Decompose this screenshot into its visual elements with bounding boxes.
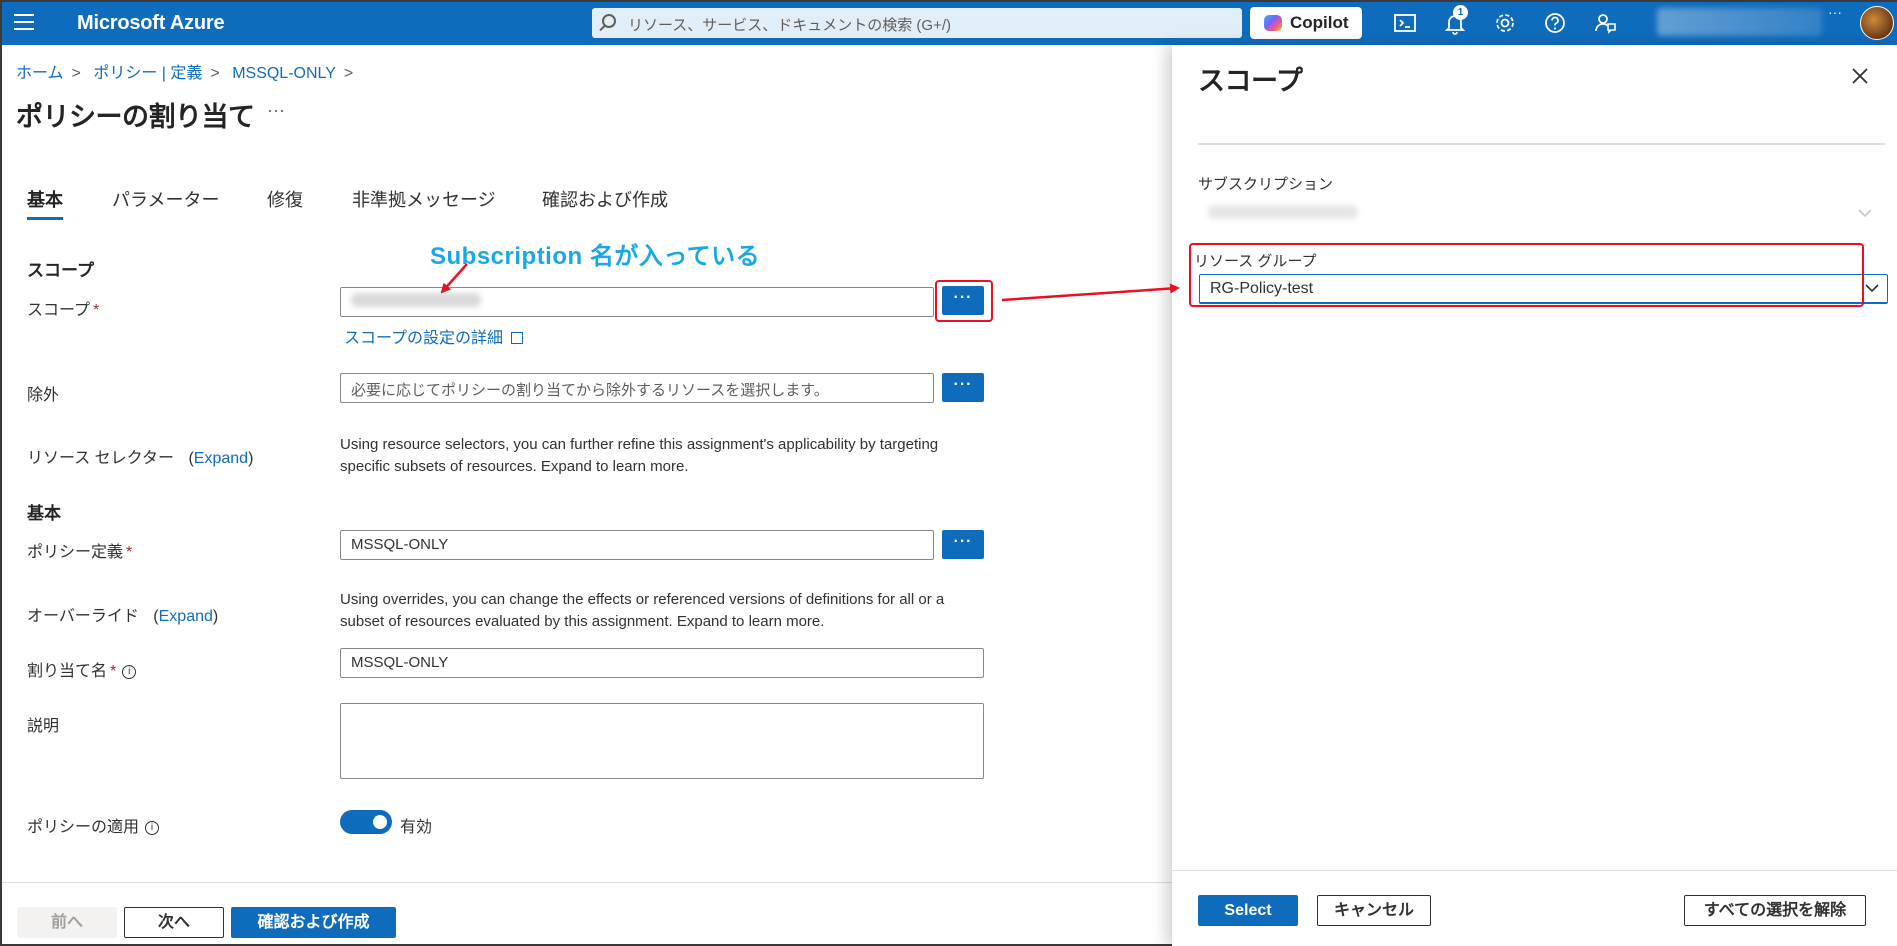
scope-section-heading: スコープ (27, 261, 94, 280)
page-title: ポリシーの割り当て (16, 102, 255, 132)
subscription-label: サブスクリプション (1198, 176, 1334, 193)
tab-remediation[interactable]: 修復 (267, 186, 303, 212)
required-mark: * (126, 544, 133, 561)
external-link-icon (511, 332, 524, 344)
chevron-down-icon (1865, 284, 1879, 293)
annotation-arrow-to-panel (1001, 283, 1180, 302)
breadcrumb: ホーム > ポリシー | 定義 > MSSQL-ONLY > (16, 59, 361, 83)
next-button[interactable]: 次へ (124, 907, 224, 938)
policy-definition-browse-button[interactable]: ··· (942, 530, 984, 559)
search-placeholder: リソース、サービス、ドキュメントの検索 (G+/) (628, 17, 952, 34)
scope-value-blurred (351, 293, 481, 307)
previous-button[interactable]: 前へ (17, 907, 117, 938)
copilot-button[interactable]: Copilot (1250, 7, 1362, 39)
scope-details-link[interactable]: スコープの設定の詳細 (344, 324, 524, 348)
more-actions-icon[interactable]: ··· (267, 100, 285, 121)
basics-section-heading: 基本 (27, 504, 61, 523)
tab-review-create[interactable]: 確認および作成 (542, 186, 668, 212)
chevron-down-icon (1858, 209, 1872, 218)
toggle-knob (373, 815, 387, 829)
annotation-highlight-resource-group (1189, 243, 1864, 307)
copilot-label: Copilot (1290, 13, 1349, 32)
chevron-right-icon: > (71, 65, 81, 82)
resource-selectors-text: リソース セレクター (27, 450, 175, 467)
policy-definition-label: ポリシー定義 * (27, 538, 132, 562)
search-icon (602, 14, 616, 28)
exclusions-browse-button[interactable]: ··· (942, 373, 984, 402)
scope-panel: スコープ サブスクリプション リソース グループ RG-Policy-test … (1172, 45, 1897, 946)
scope-label-text: スコープ (27, 302, 91, 319)
overrides-description: Using overrides, you can change the effe… (340, 591, 945, 630)
overrides-expand-link[interactable]: Expand (159, 608, 213, 625)
enforcement-toggle[interactable] (340, 810, 392, 834)
footer-divider (2, 882, 1172, 883)
copilot-icon (1264, 15, 1282, 31)
enforcement-toggle-label: 有効 (400, 819, 433, 836)
user-avatar[interactable] (1860, 6, 1894, 40)
scope-label: スコープ * (27, 296, 99, 320)
enforcement-label-text: ポリシーの適用 (27, 819, 140, 836)
resource-selectors-description: Using resource selectors, you can furthe… (340, 436, 939, 475)
cloud-shell-icon[interactable] (1392, 10, 1418, 36)
panel-divider (1198, 143, 1885, 145)
panel-title: スコープ (1198, 66, 1303, 96)
resource-selectors-expand-link[interactable]: Expand (194, 450, 248, 467)
review-create-button[interactable]: 確認および作成 (231, 907, 396, 938)
info-icon[interactable]: i (145, 820, 160, 835)
brand-title[interactable]: Microsoft Azure (77, 12, 225, 35)
breadcrumb-home[interactable]: ホーム (16, 65, 64, 82)
tab-parameters[interactable]: パラメーター (112, 186, 219, 212)
top-bar: Microsoft Azure リソース、サービス、ドキュメントの検索 (G+/… (2, 2, 1897, 45)
active-tab-indicator (27, 217, 63, 220)
annotation-highlight-scope-button (935, 280, 993, 322)
overrides-label: オーバーライド (Expand) (27, 608, 219, 625)
subscription-dropdown[interactable] (1198, 200, 1880, 230)
cancel-button[interactable]: キャンセル (1317, 895, 1431, 926)
assignment-name-label-text: 割り当て名 (27, 663, 108, 680)
exclusions-label: 除外 (27, 387, 60, 404)
breadcrumb-policy-definitions[interactable]: ポリシー | 定義 (93, 65, 202, 82)
scope-field[interactable] (340, 287, 934, 317)
overrides-label-text: オーバーライド (27, 608, 139, 625)
tab-noncompliance-messages[interactable]: 非準拠メッセージ (352, 186, 496, 212)
policy-definition-label-text: ポリシー定義 (27, 544, 124, 561)
policy-definition-field[interactable]: MSSQL-ONLY (340, 530, 934, 560)
account-more-icon[interactable]: ··· (1828, 4, 1842, 20)
select-button[interactable]: Select (1198, 895, 1298, 926)
help-icon[interactable] (1542, 10, 1568, 36)
settings-gear-icon[interactable] (1492, 10, 1518, 36)
close-icon[interactable] (1849, 65, 1871, 87)
required-mark: * (110, 663, 117, 680)
enforcement-label: ポリシーの適用 i (27, 813, 160, 837)
chevron-right-icon: > (210, 65, 220, 82)
description-label: 説明 (27, 718, 60, 735)
scope-details-link-text: スコープの設定の詳細 (344, 330, 504, 347)
notification-count-badge: 1 (1453, 5, 1468, 20)
assignment-name-field[interactable]: MSSQL-ONLY (340, 648, 984, 678)
info-icon[interactable]: i (122, 664, 137, 679)
tab-basics[interactable]: 基本 (27, 186, 63, 212)
exclusions-field[interactable]: 必要に応じてポリシーの割り当てから除外するリソースを選択します。 (340, 373, 934, 403)
global-search-input[interactable]: リソース、サービス、ドキュメントの検索 (G+/) (592, 8, 1242, 38)
panel-footer-divider (1172, 870, 1897, 871)
annotation-text: Subscription 名が入っている (430, 243, 761, 270)
required-mark: * (93, 302, 100, 319)
clear-selection-button[interactable]: すべての選択を解除 (1684, 895, 1866, 926)
chevron-right-icon: > (343, 65, 354, 82)
assignment-name-label: 割り当て名 * i (27, 657, 137, 681)
hamburger-menu-icon[interactable] (14, 14, 34, 30)
subscription-value-blurred (1208, 205, 1358, 219)
feedback-icon[interactable] (1592, 10, 1618, 36)
breadcrumb-definition[interactable]: MSSQL-ONLY (232, 65, 336, 82)
account-info-blurred[interactable] (1657, 8, 1822, 36)
resource-selectors-label: リソース セレクター (Expand) (27, 450, 254, 467)
description-textarea[interactable] (340, 703, 984, 779)
